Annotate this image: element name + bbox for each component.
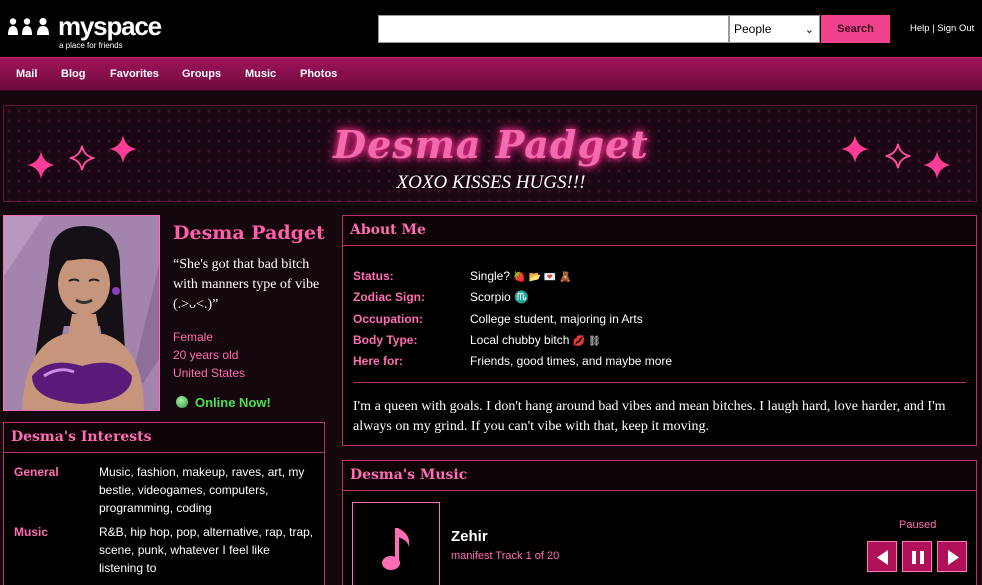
profile-photo[interactable] [3,215,160,411]
myspace-logo-icon[interactable] [8,17,52,37]
music-title: Desma's Music [350,467,468,483]
profile-gender: Female [173,330,214,344]
about-divider [353,382,966,383]
interests-header: Desma's Interests [4,423,324,453]
interests-title: Desma's Interests [11,429,152,445]
help-link[interactable]: Help [910,23,930,34]
about-label-here-for: Here for: [353,354,404,368]
status-emoji-icon: 🍓 📂 💌 🧸 [513,272,572,283]
sparkle-icon [27,151,55,179]
nav-bar: Mail Blog Favorites Groups Music Photos [0,57,982,91]
music-header: Desma's Music [343,461,976,491]
track-art [352,502,440,585]
online-status: Online Now! [195,395,271,410]
nav-item-favorites[interactable]: Favorites [110,68,159,80]
logo-wordmark[interactable]: myspace [58,12,162,40]
scorpio-icon: ♏ [514,290,529,304]
sparkle-outline-icon [885,143,911,169]
search-category-value: People [734,22,772,36]
banner-subtitle: XOXO KISSES HUGS!!! [396,172,586,193]
playback-status: Paused [899,519,937,531]
nav-item-blog[interactable]: Blog [61,68,85,80]
about-label-body-type: Body Type: [353,333,418,347]
profile-banner: Desma Padget XOXO KISSES HUGS!!! [3,105,977,202]
lips-chain-icon: 💋 ⛓ [572,336,601,347]
interest-value-music: R&B, hip hop, pop, alternative, rap, tra… [99,525,314,575]
sparkle-outline-icon [69,145,95,171]
about-header: About Me [343,216,976,246]
interest-value-general: Music, fashion, makeup, raves, art, my b… [99,465,305,515]
interest-label-music: Music [14,525,49,539]
about-label-status: Status: [353,269,394,283]
about-value-occupation: College student, majoring in Arts [470,312,643,326]
sign-out-link[interactable]: Sign Out [937,23,974,34]
about-value-here-for: Friends, good times, and maybe more [470,354,673,368]
sparkle-icon [923,151,951,179]
nav-item-photos[interactable]: Photos [300,68,337,80]
sparkle-icon [841,135,869,163]
nav-item-groups[interactable]: Groups [182,68,221,80]
nav-item-mail[interactable]: Mail [16,68,37,80]
nav-item-music[interactable]: Music [245,68,276,80]
profile-quote: “She's got that bad bitch with manners t… [173,257,320,312]
avatar-illustration [4,216,159,410]
search-input[interactable] [378,15,729,43]
interest-label-general: General [14,465,59,479]
music-note-icon [382,528,410,570]
pause-button[interactable] [902,541,932,572]
prev-track-button[interactable] [867,541,897,572]
about-label-zodiac: Zodiac Sign: [353,290,425,304]
profile-name: Desma Padget [173,222,325,244]
about-title: About Me [350,222,426,238]
pause-icon [912,551,924,564]
about-value-status: Single? 🍓 📂 💌 🧸 [470,269,572,283]
track-title: Zehir [451,528,488,545]
chevron-down-icon: ⌄ [804,24,814,36]
online-status-icon [176,396,188,408]
about-value-body-type: Local chubby bitch 💋 ⛓ [470,333,601,347]
about-me-panel: About Me Status: Single? 🍓 📂 💌 🧸 Zodiac … [342,215,977,446]
logo-tagline: a place for friends [59,41,123,50]
profile-age: 20 years old [173,348,239,362]
link-separator: | [932,23,935,34]
next-icon [948,550,959,565]
profile-location: United States [173,366,246,380]
prev-icon [877,550,888,565]
sparkle-icon [109,135,137,163]
next-track-button[interactable] [937,541,967,572]
about-label-occupation: Occupation: [353,312,424,326]
track-subtitle: manifest Track 1 of 20 [451,550,560,562]
search-category-select[interactable]: People ⌄ [729,15,820,43]
music-panel: Desma's Music Zehir manifest Track 1 of … [342,460,977,585]
about-value-zodiac: Scorpio ♏ [470,290,529,304]
banner-title: Desma Padget [333,122,649,167]
account-links: Help | Sign Out [910,23,974,34]
search-button[interactable]: Search [821,15,890,43]
interests-panel: Desma's Interests General Music, fashion… [3,422,325,585]
about-bio: I'm a queen with goals. I don't hang aro… [353,399,946,434]
